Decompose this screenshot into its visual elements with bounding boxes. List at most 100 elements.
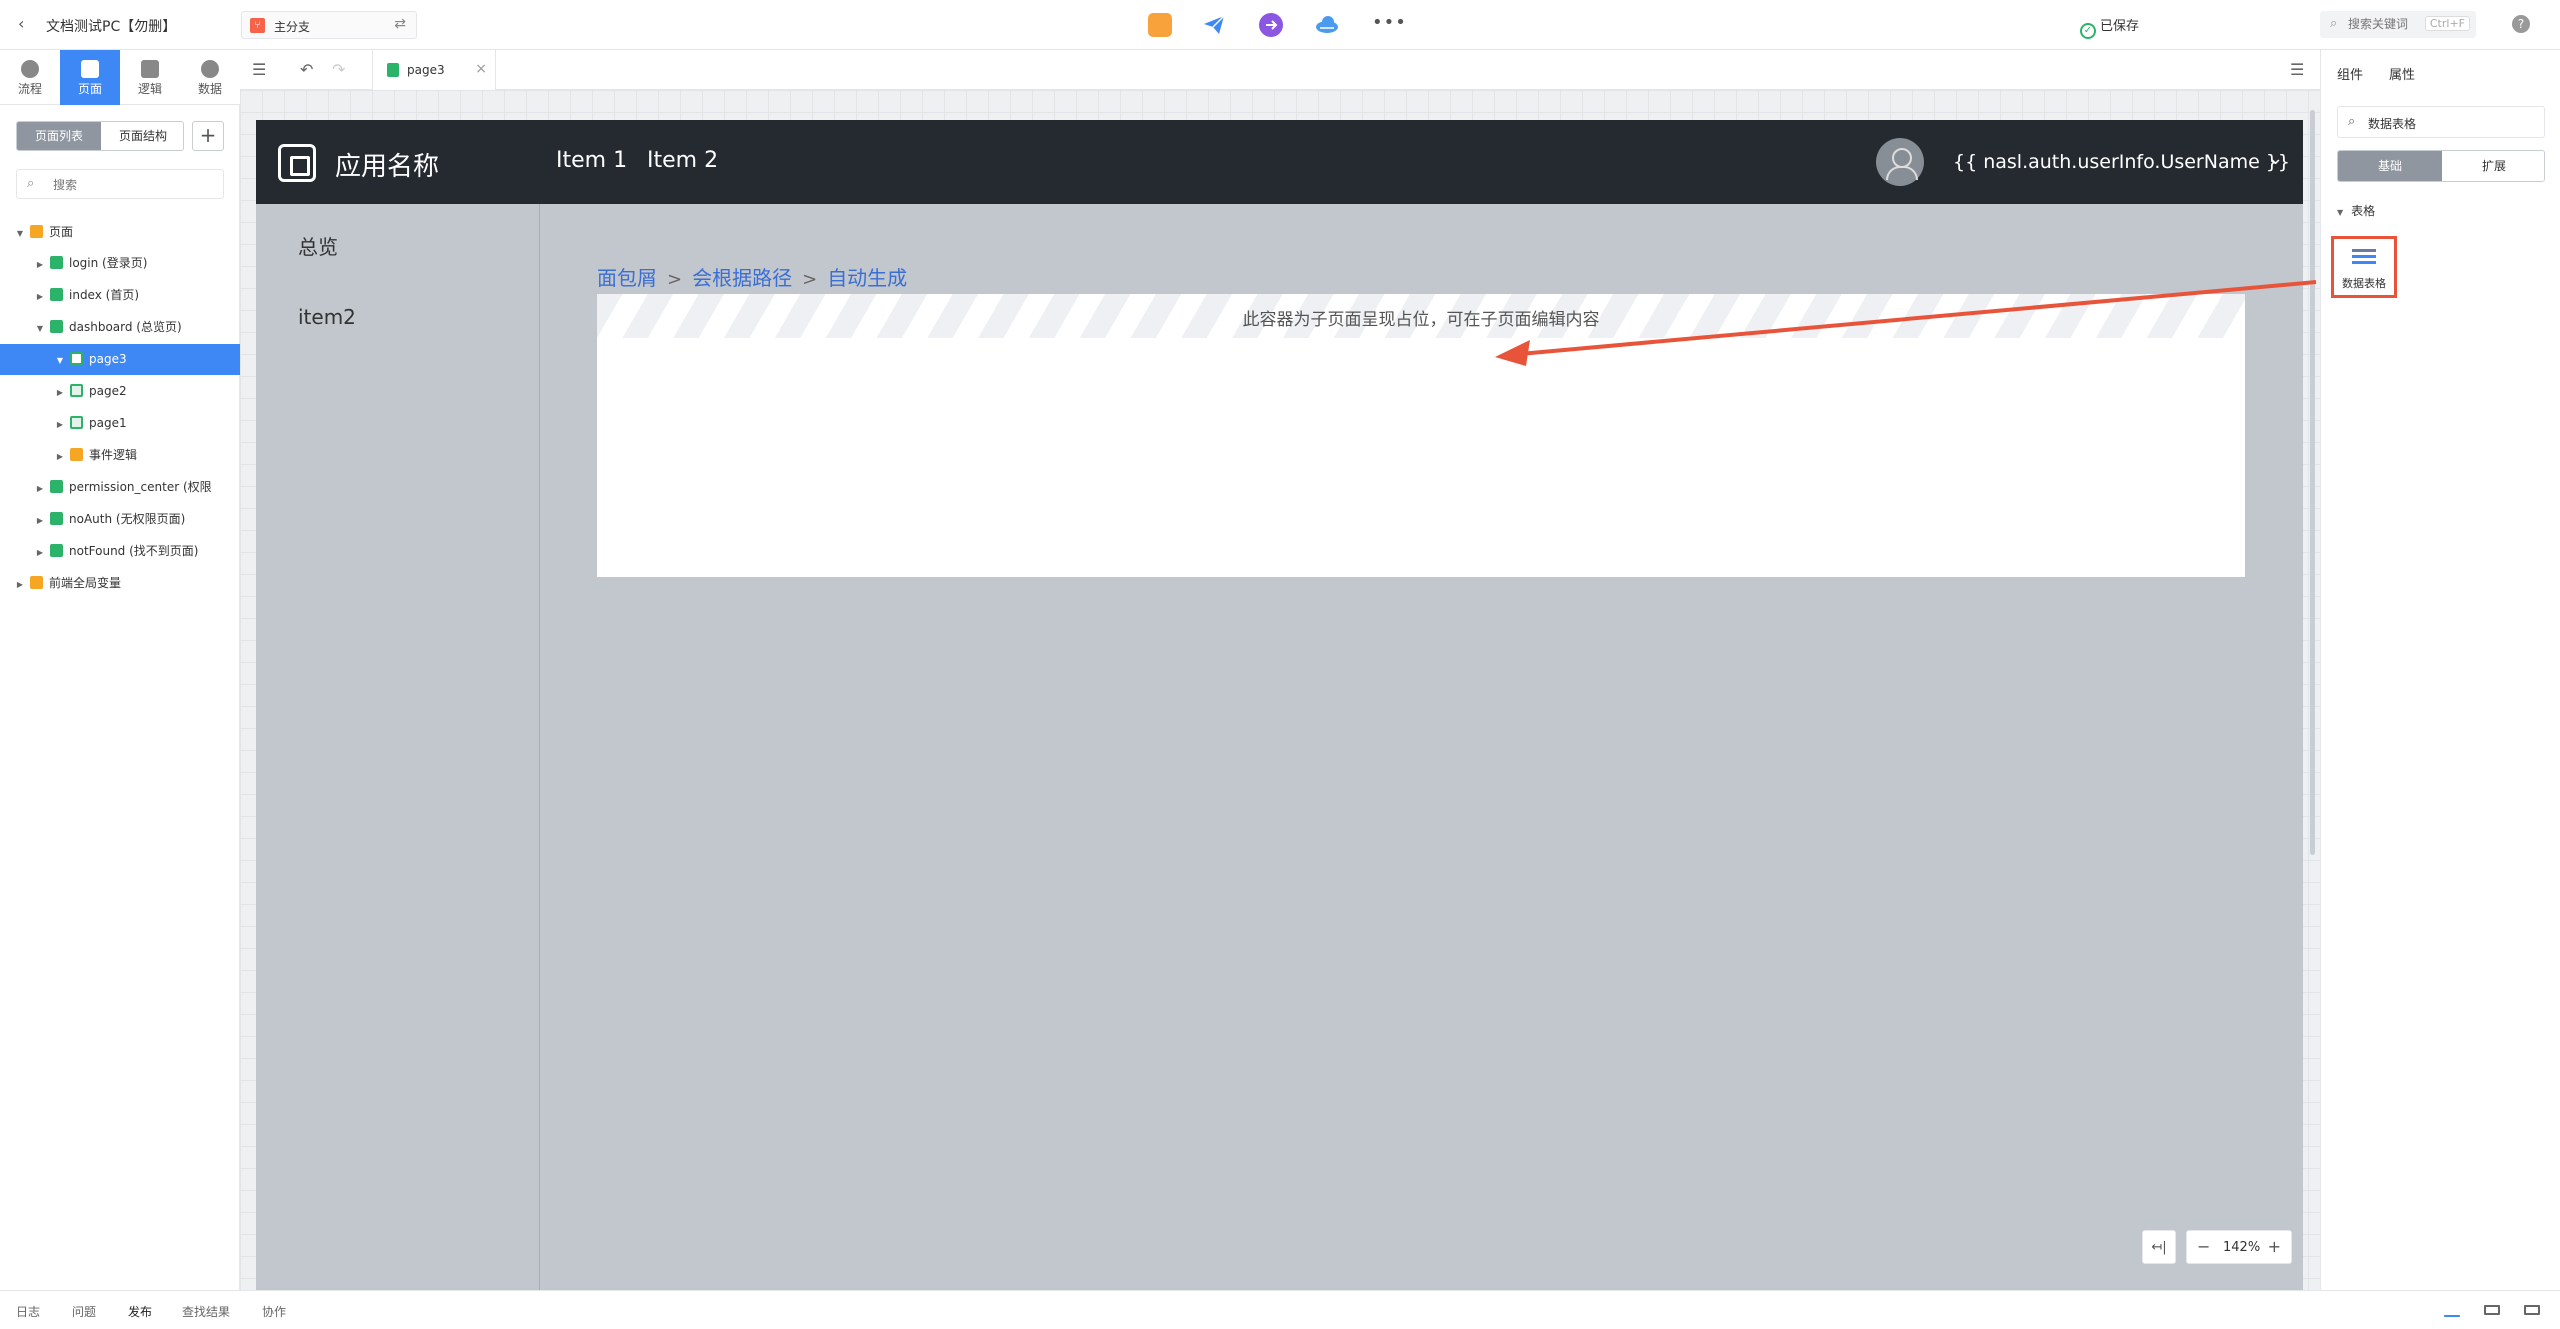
nav-item-2[interactable]: Item 2 [647, 148, 718, 173]
rail-item-label: 流程 [17, 82, 42, 96]
caret-down-icon[interactable]: ▼ [34, 313, 46, 343]
folder-icon [30, 576, 43, 589]
tab-page-structure[interactable]: 页面结构 [101, 122, 183, 150]
cloud-icon[interactable] [1314, 13, 1338, 37]
swap-icon[interactable]: ⇄ [394, 16, 406, 32]
rail-item-data[interactable]: 数据 [180, 50, 240, 105]
page-search[interactable]: ⌕ [16, 169, 224, 199]
caret-right-icon[interactable]: ▶ [14, 569, 26, 599]
component-category-tabs: 基础 扩展 [2337, 150, 2545, 182]
collapse-left-icon[interactable]: ☰ [252, 60, 266, 79]
tab-problems[interactable]: 问题 [72, 1303, 96, 1320]
caret-down-icon[interactable]: ▼ [14, 218, 26, 248]
tree-item-page1[interactable]: ▶ page1 [0, 408, 240, 439]
tab-search-results[interactable]: 查找结果 [182, 1303, 230, 1320]
subpage-placeholder-container[interactable]: 此容器为子页面呈现占位，可在子页面编辑内容 [597, 294, 2245, 577]
tab-basic[interactable]: 基础 [2338, 151, 2442, 181]
menu-item-overview[interactable]: 总览 [298, 231, 338, 260]
component-data-table[interactable]: 数据表格 [2331, 236, 2397, 298]
panel-split-icon[interactable] [2484, 1305, 2500, 1315]
rail-item-page[interactable]: 页面 [60, 50, 120, 105]
rail-item-label: 页面 [77, 82, 102, 96]
global-search[interactable]: ⌕ Ctrl+F [2320, 11, 2476, 38]
user-name[interactable]: {{ nasl.auth.userInfo.UserName }} [1953, 151, 2290, 173]
app-preview-frame[interactable]: 应用名称 Item 1 Item 2 {{ nasl.auth.userInfo… [256, 120, 2303, 1290]
breadcrumb-item[interactable]: 会根据路径 [692, 266, 792, 290]
data-table-icon [2352, 249, 2376, 267]
caret-right-icon[interactable]: ▶ [34, 505, 46, 535]
user-avatar[interactable] [1876, 138, 1924, 186]
fit-to-screen-button[interactable]: ↤| [2142, 1230, 2176, 1264]
tab-properties[interactable]: 属性 [2389, 64, 2415, 83]
tree-item-page3[interactable]: ▼ page3 [0, 344, 240, 375]
tree-item-login[interactable]: ▶ login (登录页) [0, 248, 240, 279]
caret-down-icon[interactable]: ▼ [2337, 208, 2343, 217]
more-icon[interactable]: ••• [1372, 13, 1406, 37]
close-icon[interactable]: × [475, 61, 487, 77]
tree-item-permission-center[interactable]: ▶ permission_center (权限 [0, 472, 240, 503]
publish-plane-icon[interactable] [1202, 13, 1226, 37]
tree-item-global-vars[interactable]: ▶ 前端全局变量 [0, 568, 240, 599]
canvas-scrollbar[interactable] [2310, 110, 2315, 855]
breadcrumb-item[interactable]: 面包屑 [597, 266, 657, 290]
nav-item-1[interactable]: Item 1 [556, 148, 627, 173]
app-navbar: 应用名称 Item 1 Item 2 {{ nasl.auth.userInfo… [256, 120, 2303, 204]
editor-tab-bar: ☰ ↶ ↷ page3 × ☰ [240, 50, 2320, 90]
global-search-input[interactable] [2348, 15, 2428, 33]
category-label: 表格 [2351, 204, 2376, 218]
panel-bottom-icon[interactable] [2444, 1305, 2460, 1317]
tree-item-notfound[interactable]: ▶ notFound (找不到页面) [0, 536, 240, 567]
app-name: 应用名称 [335, 152, 440, 182]
caret-right-icon[interactable]: ▶ [34, 249, 46, 279]
page-search-input[interactable] [53, 176, 213, 194]
help-icon[interactable]: ? [2512, 15, 2530, 33]
zoom-out-button[interactable]: − [2197, 1237, 2210, 1256]
tree-item-page2[interactable]: ▶ page2 [0, 376, 240, 407]
branch-selector[interactable]: ⑂ 主分支 ⇄ [241, 11, 417, 39]
chevron-down-icon[interactable]: ⌄ [2268, 148, 2283, 169]
arrow-circle-icon[interactable] [1259, 13, 1283, 37]
tree-item-event-logic[interactable]: ▶ 事件逻辑 [0, 440, 240, 471]
category-table[interactable]: ▼ 表格 [2337, 202, 2375, 219]
collapse-right-icon[interactable]: ☰ [2290, 60, 2304, 79]
tree-item-index[interactable]: ▶ index (首页) [0, 280, 240, 311]
component-label: 数据表格 [2342, 277, 2386, 290]
menu-item-item2[interactable]: item2 [298, 305, 356, 329]
caret-right-icon[interactable]: ▶ [34, 537, 46, 567]
page-panel-tabs: 页面列表 页面结构 [16, 121, 184, 151]
redo-icon[interactable]: ↷ [332, 60, 345, 79]
breadcrumb: 面包屑 > 会根据路径 > 自动生成 [597, 262, 907, 291]
tree-item-pages[interactable]: ▼ 页面 [0, 217, 240, 248]
tree-item-label: 事件逻辑 [89, 448, 138, 462]
back-chevron-icon[interactable]: ‹ [18, 14, 24, 33]
rail-item-flow[interactable]: 流程 [0, 50, 60, 105]
panel-float-icon[interactable] [2524, 1305, 2540, 1315]
tree-item-dashboard[interactable]: ▼ dashboard (总览页) [0, 312, 240, 343]
caret-right-icon[interactable]: ▶ [34, 473, 46, 503]
caret-right-icon[interactable]: ▶ [54, 377, 66, 407]
component-search[interactable]: ⌕ [2337, 106, 2545, 138]
zoom-in-button[interactable]: + [2268, 1237, 2281, 1256]
tab-page-list[interactable]: 页面列表 [17, 122, 101, 150]
preview-icon[interactable] [1148, 13, 1172, 37]
rail-item-logic[interactable]: 逻辑 [120, 50, 180, 105]
undo-icon[interactable]: ↶ [300, 60, 313, 79]
tab-publish[interactable]: 发布 [128, 1303, 152, 1320]
chevron-right-icon: > [667, 269, 683, 290]
placeholder-text: 此容器为子页面呈现占位，可在子页面编辑内容 [1242, 310, 1600, 330]
tab-collaboration[interactable]: 协作 [262, 1303, 286, 1320]
tab-log[interactable]: 日志 [16, 1303, 40, 1320]
caret-down-icon[interactable]: ▼ [54, 345, 66, 375]
breadcrumb-item[interactable]: 自动生成 [827, 266, 907, 290]
component-search-input[interactable] [2368, 114, 2528, 132]
caret-right-icon[interactable]: ▶ [54, 409, 66, 439]
tab-page3[interactable]: page3 × [372, 50, 496, 90]
save-status: ✓ 已保存 [2080, 15, 2139, 39]
tab-extended[interactable]: 扩展 [2442, 151, 2544, 181]
add-page-button[interactable]: + [192, 121, 224, 151]
app-side-menu: 总览 item2 [256, 204, 540, 1290]
caret-right-icon[interactable]: ▶ [54, 441, 66, 471]
tree-item-noauth[interactable]: ▶ noAuth (无权限页面) [0, 504, 240, 535]
tab-components[interactable]: 组件 [2337, 64, 2363, 83]
caret-right-icon[interactable]: ▶ [34, 281, 46, 311]
